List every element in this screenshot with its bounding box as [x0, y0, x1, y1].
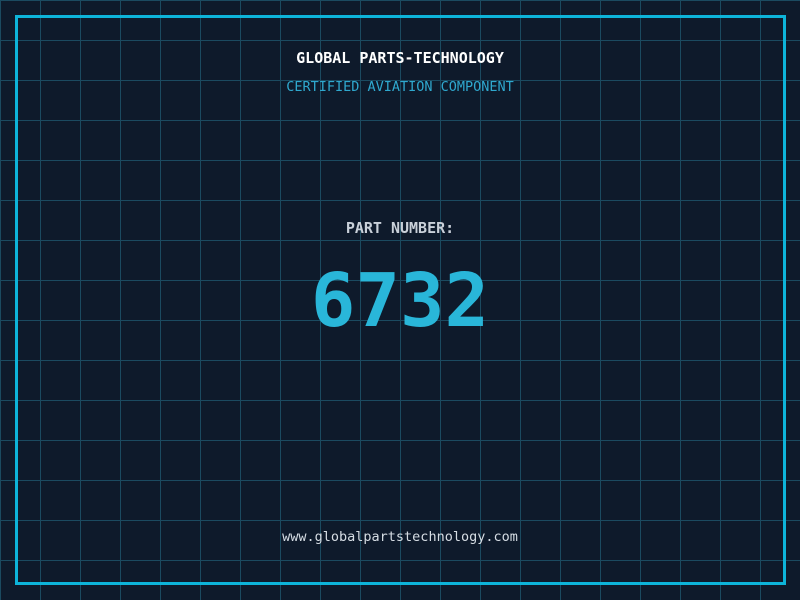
- company-title: GLOBAL PARTS-TECHNOLOGY: [0, 51, 800, 66]
- certification-subtitle: CERTIFIED AVIATION COMPONENT: [0, 81, 800, 95]
- website-url: www.globalpartstechnology.com: [0, 531, 800, 545]
- part-number-label: PART NUMBER:: [0, 221, 800, 236]
- blueprint-panel: GLOBAL PARTS-TECHNOLOGY CERTIFIED AVIATI…: [0, 0, 800, 600]
- part-number-value: 6732: [0, 264, 800, 338]
